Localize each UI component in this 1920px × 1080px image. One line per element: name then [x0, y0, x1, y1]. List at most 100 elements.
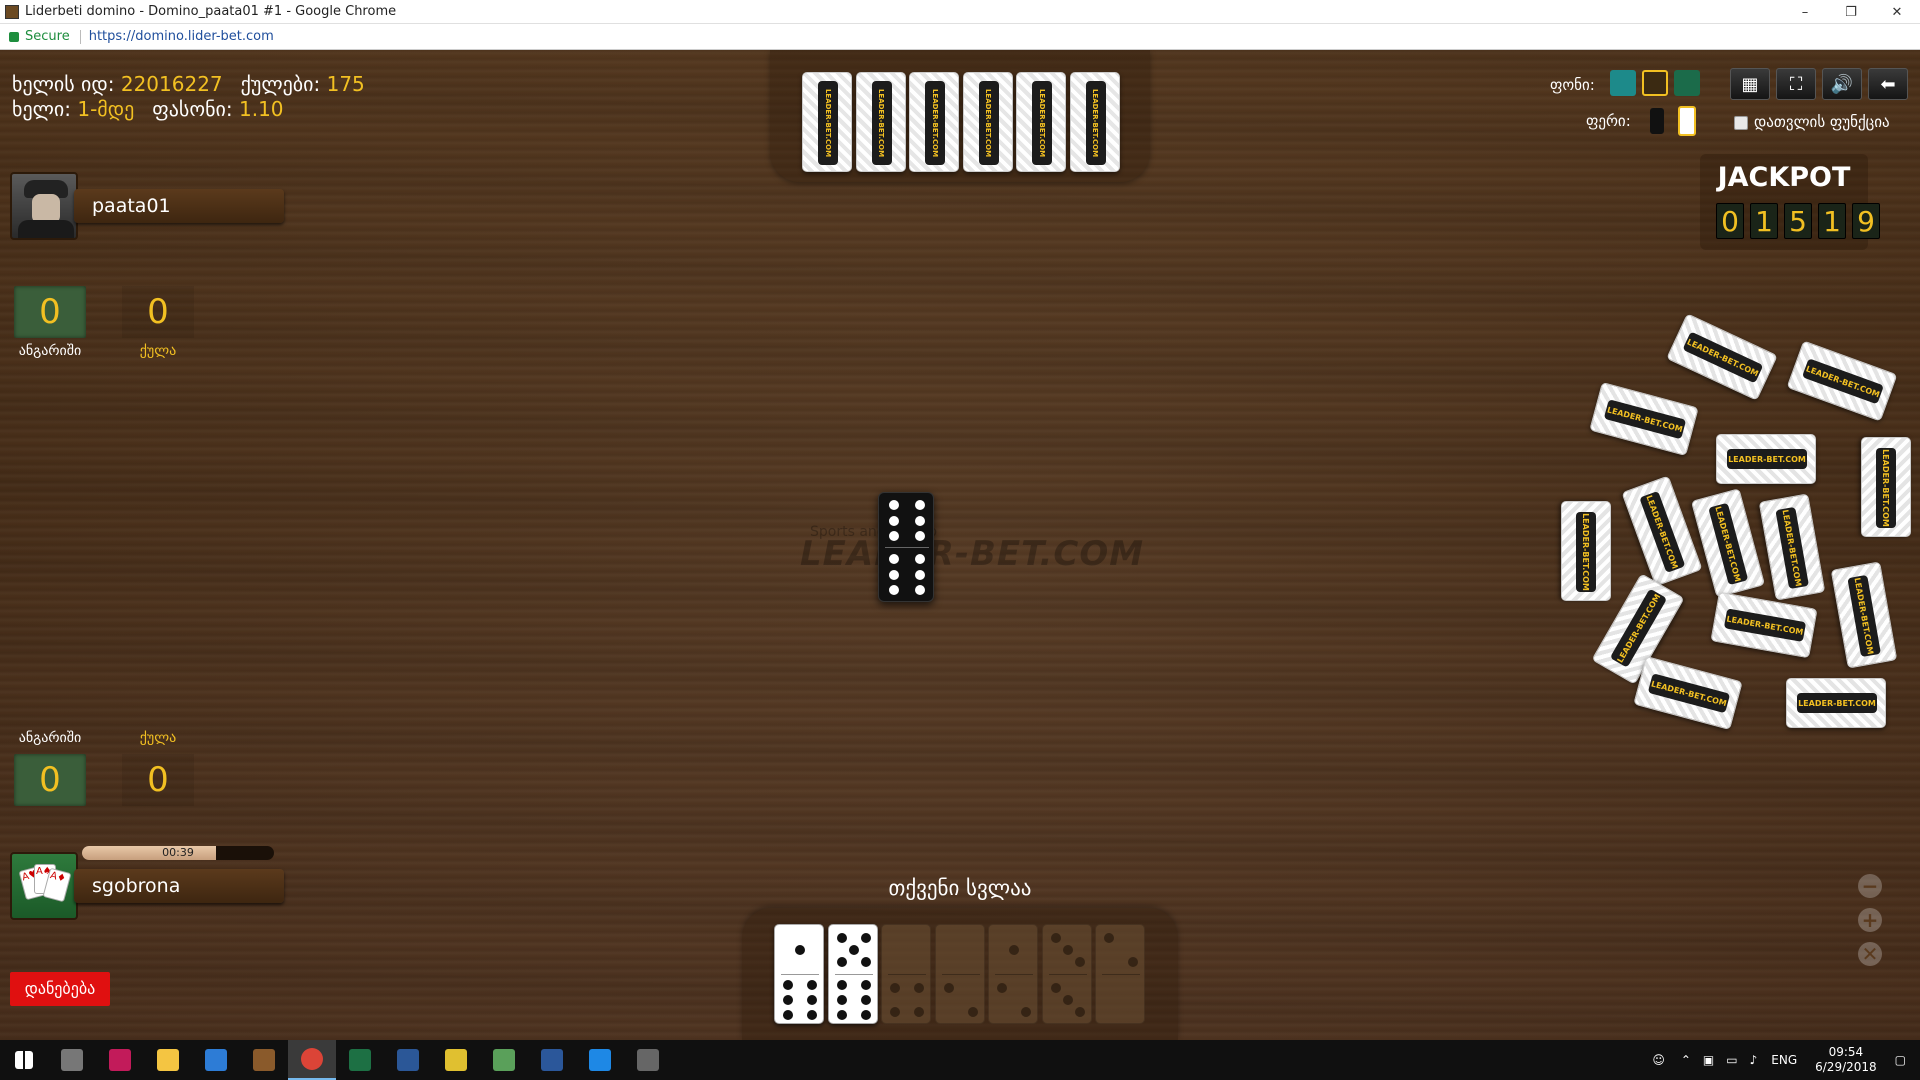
zoom-reset-icon[interactable]: ✕: [1858, 942, 1882, 966]
hand-tile: [988, 924, 1038, 1024]
help-icon[interactable]: [576, 1040, 624, 1080]
battery-icon[interactable]: ▭: [1726, 1053, 1737, 1067]
boneyard-tile[interactable]: LEADER-BET.COM: [1621, 475, 1703, 587]
pip: [848, 945, 859, 955]
pip: [807, 995, 817, 1005]
maximize-button[interactable]: ❐: [1828, 0, 1874, 24]
pip: [915, 530, 926, 541]
notifications-icon[interactable]: ▢: [1895, 1053, 1906, 1067]
boneyard-tile[interactable]: LEADER-BET.COM: [1861, 437, 1911, 537]
grid-icon[interactable]: ▦: [1730, 68, 1770, 100]
explorer-icon[interactable]: [144, 1040, 192, 1080]
chevron-up-icon[interactable]: ⌃: [1681, 1053, 1691, 1067]
surrender-button[interactable]: დანებება: [10, 972, 110, 1006]
opponent-tile-back: LEADER-BET.COM: [1016, 72, 1066, 172]
word-icon[interactable]: [528, 1040, 576, 1080]
pip: [890, 983, 900, 993]
opponent-tile-back: LEADER-BET.COM: [1069, 72, 1120, 172]
pip: [1062, 995, 1073, 1005]
pip: [1062, 945, 1073, 955]
windows-start-icon[interactable]: [0, 1040, 48, 1080]
app-brown-icon[interactable]: [240, 1040, 288, 1080]
task-view-icon[interactable]: [48, 1040, 96, 1080]
bottom-points-label: ქულა: [139, 730, 177, 746]
notepad-icon[interactable]: [480, 1040, 528, 1080]
address-bar[interactable]: Secure https://domino.lider-bet.com: [0, 24, 1920, 50]
boneyard-tile[interactable]: LEADER-BET.COM: [1786, 678, 1886, 728]
divider: [79, 29, 81, 44]
window-title: Liderbeti domino - Domino_paata01 #1 - G…: [25, 4, 397, 19]
auto-count-checkbox[interactable]: [1734, 116, 1748, 130]
volume-icon[interactable]: ♪: [1750, 1053, 1758, 1067]
calculator-icon[interactable]: [624, 1040, 672, 1080]
top-player-points: 0: [122, 286, 194, 338]
boneyard-tile[interactable]: LEADER-BET.COM: [1690, 488, 1766, 598]
background-label: ფონი:: [1550, 76, 1595, 94]
jackpot-digit: 1: [1818, 203, 1846, 239]
opponent-tray: LEADER-BET.COM LEADER-BET.COM LEADER-BET.C…: [770, 50, 1150, 182]
pip: [1128, 957, 1138, 967]
background-swatch-green[interactable]: [1674, 70, 1700, 96]
boneyard-tile[interactable]: LEADER-BET.COM: [1666, 313, 1778, 401]
lock-icon: [9, 31, 19, 42]
pip: [807, 980, 817, 990]
zoom-in-icon[interactable]: +: [1858, 908, 1882, 932]
hand-id-label: ხელის იდ:: [12, 72, 115, 96]
pip: [783, 1010, 793, 1020]
boneyard-tile[interactable]: LEADER-BET.COM: [1830, 561, 1898, 669]
pip: [1074, 1007, 1085, 1017]
excel-icon[interactable]: [336, 1040, 384, 1080]
window-titlebar: Liderbeti domino - Domino_paata01 #1 - G…: [0, 0, 1920, 24]
boneyard-tile[interactable]: LEADER-BET.COM: [1710, 591, 1818, 659]
boneyard-tile[interactable]: LEADER-BET.COM: [1633, 655, 1743, 731]
language-indicator[interactable]: ENG: [1771, 1053, 1797, 1067]
zoom-out-icon[interactable]: −: [1858, 874, 1882, 898]
pip: [888, 500, 899, 511]
pip: [1009, 945, 1019, 955]
back-arrow-icon[interactable]: ⬅: [1868, 68, 1908, 100]
pip: [1050, 933, 1061, 943]
tile-color-white[interactable]: [1678, 106, 1696, 136]
pip: [836, 995, 847, 1005]
network-icon[interactable]: ▣: [1703, 1053, 1714, 1067]
minimize-button[interactable]: –: [1782, 0, 1828, 24]
pip: [888, 515, 899, 526]
calendar-icon[interactable]: [384, 1040, 432, 1080]
chrome-icon[interactable]: [288, 1040, 336, 1080]
pip: [888, 569, 899, 580]
boneyard-tile[interactable]: LEADER-BET.COM: [1589, 381, 1699, 457]
player-name: paata01: [74, 189, 284, 223]
opponent-tile-back: LEADER-BET.COM: [802, 72, 852, 172]
sound-icon[interactable]: 🔊: [1822, 68, 1862, 100]
intellij-icon[interactable]: [96, 1040, 144, 1080]
hand-tile[interactable]: [774, 924, 824, 1024]
pip: [860, 957, 871, 967]
close-button[interactable]: ✕: [1874, 0, 1920, 24]
pip: [783, 980, 793, 990]
fullscreen-icon[interactable]: ⛶: [1776, 68, 1816, 100]
quickassist-icon[interactable]: [192, 1040, 240, 1080]
clock[interactable]: 09:54 6/29/2018: [1815, 1045, 1877, 1075]
pip: [836, 933, 847, 943]
pip: [914, 983, 924, 993]
pip: [915, 554, 926, 565]
hand-tile[interactable]: [827, 924, 878, 1024]
boneyard-tile[interactable]: LEADER-BET.COM: [1786, 340, 1898, 422]
background-swatch-teal[interactable]: [1610, 70, 1636, 96]
tile-color-black[interactable]: [1650, 108, 1664, 134]
hand-tile: [881, 924, 931, 1024]
boneyard-tile[interactable]: LEADER-BET.COM: [1561, 501, 1611, 601]
boneyard-tile[interactable]: LEADER-BET.COM: [1716, 434, 1816, 484]
points-value: 175: [326, 72, 365, 96]
keypass-icon[interactable]: [432, 1040, 480, 1080]
hand-label: ხელი:: [12, 97, 71, 121]
url-text[interactable]: https://domino.lider-bet.com: [89, 29, 274, 44]
bottom-player-points: 0: [122, 754, 194, 806]
people-icon[interactable]: ☺: [1652, 1053, 1665, 1067]
jackpot-digit: 5: [1784, 203, 1812, 239]
boneyard-tile[interactable]: LEADER-BET.COM: [1758, 493, 1826, 601]
pip: [997, 983, 1007, 993]
background-swatch-brown[interactable]: [1642, 70, 1668, 96]
hand-tile: [1041, 924, 1092, 1024]
your-move-label: თქვენი სვლაა: [888, 876, 1032, 900]
